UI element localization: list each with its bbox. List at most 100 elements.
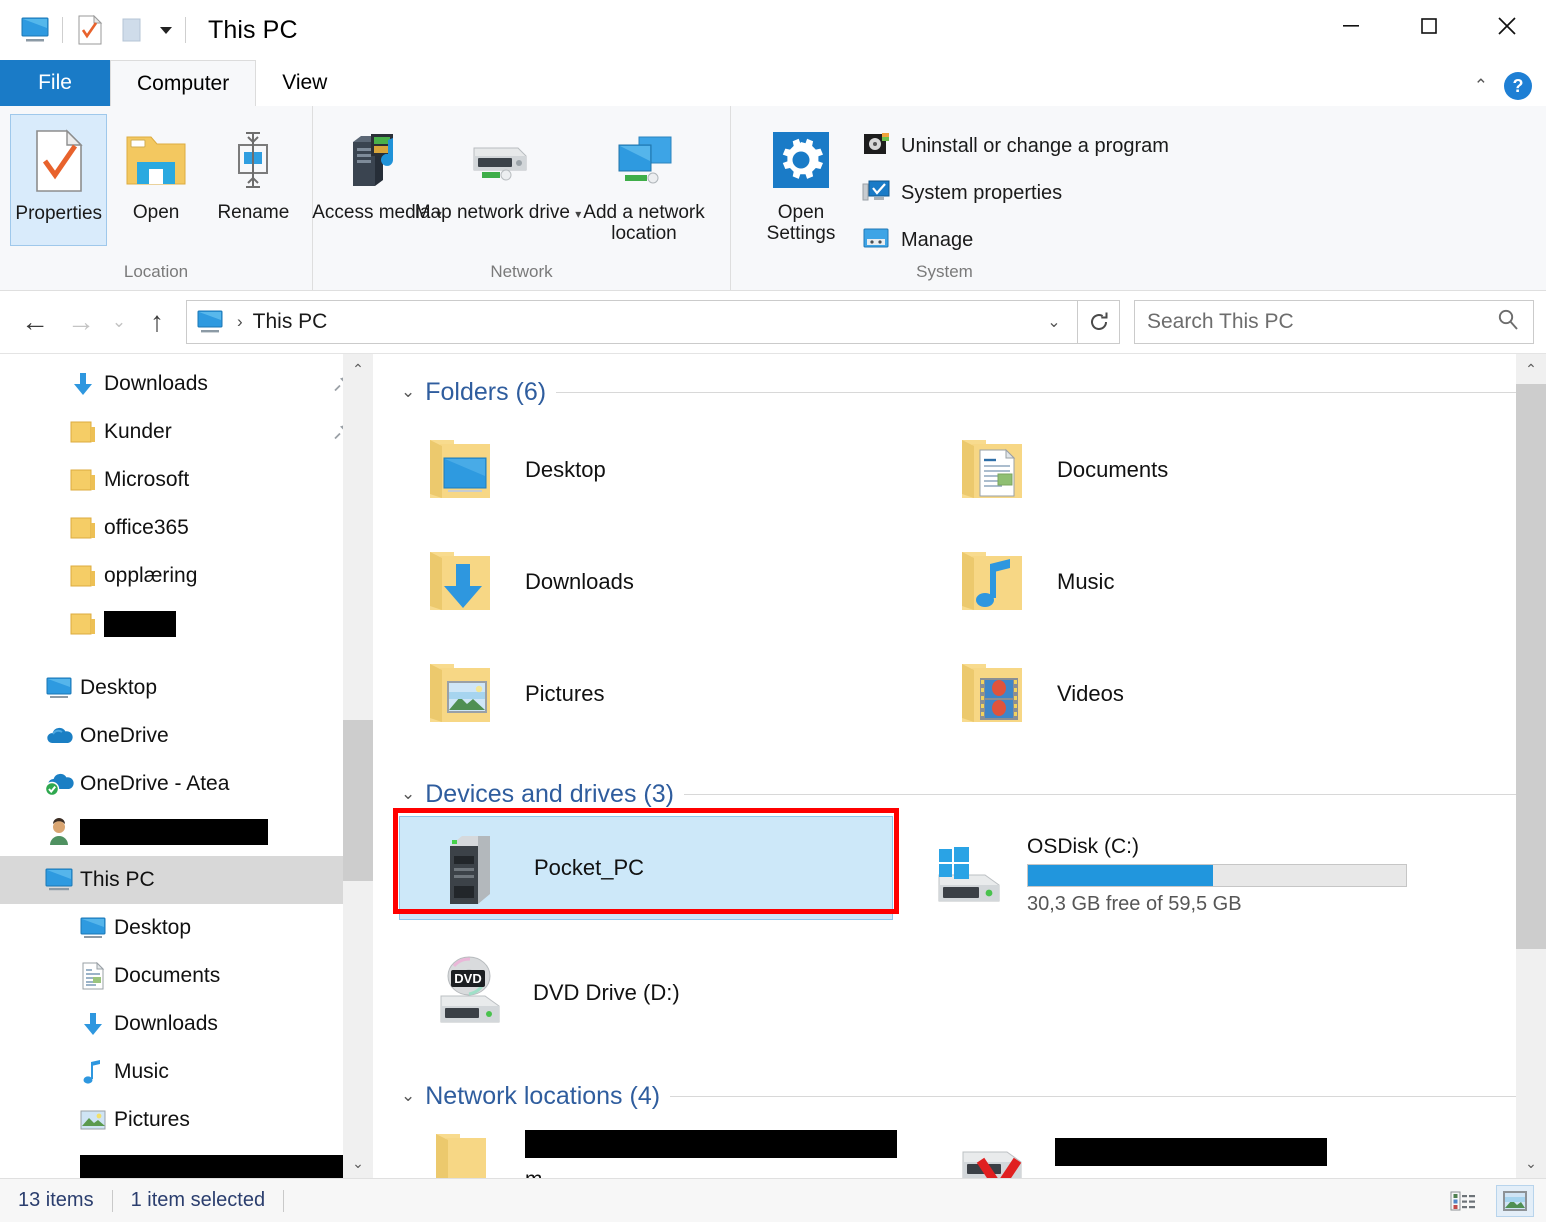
tab-view[interactable]: View [256, 60, 353, 106]
settings-gear-icon [770, 124, 832, 196]
sidebar-item-onedrive-atea[interactable]: OneDrive - Atea [0, 760, 373, 808]
sidebar-item-microsoft[interactable]: Microsoft [0, 456, 373, 504]
content-scrollbar[interactable]: ⌃ ⌄ [1516, 354, 1546, 1178]
chevron-down-icon[interactable]: ⌄ [391, 382, 415, 402]
list-item-pocket-pc[interactable]: Pocket_PC [399, 816, 893, 920]
sidebar-item-redacted-child[interactable] [0, 1144, 373, 1178]
add-network-location-button[interactable]: Add a network location [569, 114, 719, 246]
properties-button[interactable]: Properties [10, 114, 108, 246]
sidebar-item-documents[interactable]: Documents [0, 952, 373, 1000]
sidebar-item-desktop-child[interactable]: Desktop [0, 904, 373, 952]
redacted-label [80, 1155, 373, 1178]
network-grid: m [391, 1118, 1546, 1178]
open-settings-button[interactable]: Open Settings [749, 114, 853, 246]
sidebar-scroll-track[interactable] [343, 384, 373, 1148]
recent-locations-button[interactable]: ⌄ [104, 299, 134, 345]
search-box[interactable]: Search This PC [1134, 300, 1534, 344]
ribbon-group-system: Open Settings Uninstall or change a prog… [730, 106, 1218, 290]
manage-button[interactable]: Manage [853, 220, 1177, 261]
list-item[interactable]: Documents [923, 414, 1455, 526]
list-item[interactable]: Downloads [391, 526, 923, 638]
search-input[interactable]: Search This PC [1147, 310, 1495, 334]
sidebar-item-kunder[interactable]: Kunder [0, 408, 373, 456]
list-item[interactable]: Desktop [391, 414, 923, 526]
sidebar-scrollbar[interactable]: ⌃ ⌄ [343, 354, 373, 1178]
uninstall-program-button[interactable]: Uninstall or change a program [853, 126, 1177, 167]
list-item-osdisk[interactable]: OSDisk (C:) 30,3 GB free of 59,5 GB [893, 816, 1423, 934]
search-icon[interactable] [1495, 307, 1521, 338]
breadcrumb-this-pc[interactable]: This PC [253, 310, 328, 334]
status-bar: 13 items 1 item selected [0, 1178, 1546, 1222]
customize-qat-caret-icon[interactable] [153, 9, 179, 51]
sidebar-item-opplaering[interactable]: opplæring [0, 552, 373, 600]
sidebar-item-music[interactable]: Music [0, 1048, 373, 1096]
scroll-down-icon[interactable]: ⌄ [343, 1148, 373, 1178]
chevron-down-icon[interactable]: ⌄ [391, 784, 415, 804]
section-header-folders[interactable]: ⌄ Folders (6) [391, 370, 1546, 414]
section-header-devices[interactable]: ⌄ Devices and drives (3) [391, 772, 1546, 816]
sidebar-item-desktop[interactable]: Desktop [0, 664, 373, 712]
collapse-ribbon-icon[interactable]: ⌃ [1474, 76, 1488, 96]
sidebar-item-downloads[interactable]: Downloads [0, 1000, 373, 1048]
new-folder-icon[interactable] [111, 9, 153, 51]
list-item[interactable]: Music [923, 526, 1455, 638]
close-button[interactable] [1468, 0, 1546, 52]
list-item[interactable]: Pictures [391, 638, 923, 750]
sidebar-item-user-account[interactable] [0, 808, 373, 856]
section-title: Devices and drives (3) [425, 779, 674, 808]
forward-button[interactable]: → [58, 299, 104, 345]
content-scroll-thumb[interactable] [1516, 384, 1546, 950]
list-item-network-folder[interactable]: m [391, 1118, 921, 1178]
sidebar-item-redacted-folder[interactable] [0, 600, 373, 648]
sidebar-item-onedrive[interactable]: OneDrive [0, 712, 373, 760]
window-controls [1312, 0, 1546, 52]
scroll-up-icon[interactable]: ⌃ [343, 354, 373, 384]
this-pc-icon [38, 867, 80, 893]
sidebar-scroll-thumb[interactable] [343, 720, 373, 881]
open-button[interactable]: Open [107, 114, 204, 246]
details-view-icon[interactable] [1444, 1185, 1482, 1217]
address-bar: ← → ⌄ ↑ › This PC ⌄ Search This PC [0, 291, 1546, 353]
list-item-dvd-drive[interactable]: DVD DVD Drive (D:) [399, 934, 893, 1052]
scroll-up-icon[interactable]: ⌃ [1516, 354, 1546, 384]
up-button[interactable]: ↑ [134, 299, 180, 345]
sidebar-item-office365[interactable]: office365 [0, 504, 373, 552]
sidebar-item-downloads-quick[interactable]: Downloads [0, 360, 373, 408]
sidebar-item-pictures[interactable]: Pictures [0, 1096, 373, 1144]
sidebar-item-label: Desktop [114, 916, 192, 939]
this-pc-icon[interactable] [193, 309, 227, 335]
chevron-down-icon[interactable]: ⌄ [391, 1086, 415, 1106]
tab-computer[interactable]: Computer [110, 60, 257, 106]
rename-button[interactable]: Rename [205, 114, 302, 246]
back-button[interactable]: ← [12, 299, 58, 345]
network-item-info [1055, 1138, 1443, 1166]
sidebar-item-label: Downloads [104, 372, 208, 395]
access-media-button[interactable]: Access media ▾ [312, 114, 442, 246]
ribbon-group-system-label: System [916, 262, 973, 281]
sidebar-item-this-pc[interactable]: This PC [0, 856, 373, 904]
this-pc-icon[interactable] [14, 9, 56, 51]
refresh-button[interactable] [1078, 300, 1120, 344]
address-input[interactable]: › This PC ⌄ [186, 300, 1078, 344]
section-header-network[interactable]: ⌄ Network locations (4) [391, 1074, 1546, 1118]
scroll-down-icon[interactable]: ⌄ [1516, 1148, 1546, 1178]
list-item[interactable]: Videos [923, 638, 1455, 750]
list-item-disconnected-drive[interactable] [921, 1118, 1451, 1178]
folder-desktop-icon [415, 432, 511, 508]
ribbon-tab-right-controls: ⌃ ? [1474, 72, 1532, 100]
tab-file[interactable]: File [0, 60, 110, 106]
folder-icon [62, 516, 104, 540]
documents-icon [72, 962, 114, 990]
folder-documents-icon [947, 432, 1043, 508]
properties-icon[interactable] [69, 9, 111, 51]
help-button[interactable]: ? [1504, 72, 1532, 100]
minimize-button[interactable] [1312, 0, 1390, 52]
svg-text:DVD: DVD [454, 971, 481, 986]
system-properties-button[interactable]: System properties [853, 173, 1177, 214]
map-network-drive-button[interactable]: Map network drive ▾ [415, 114, 581, 246]
maximize-button[interactable] [1390, 0, 1468, 52]
content-scroll-track[interactable] [1516, 384, 1546, 1148]
open-folder-icon [123, 124, 189, 196]
large-icons-view-icon[interactable] [1496, 1184, 1534, 1217]
address-dropdown-icon[interactable]: ⌄ [1037, 300, 1071, 344]
